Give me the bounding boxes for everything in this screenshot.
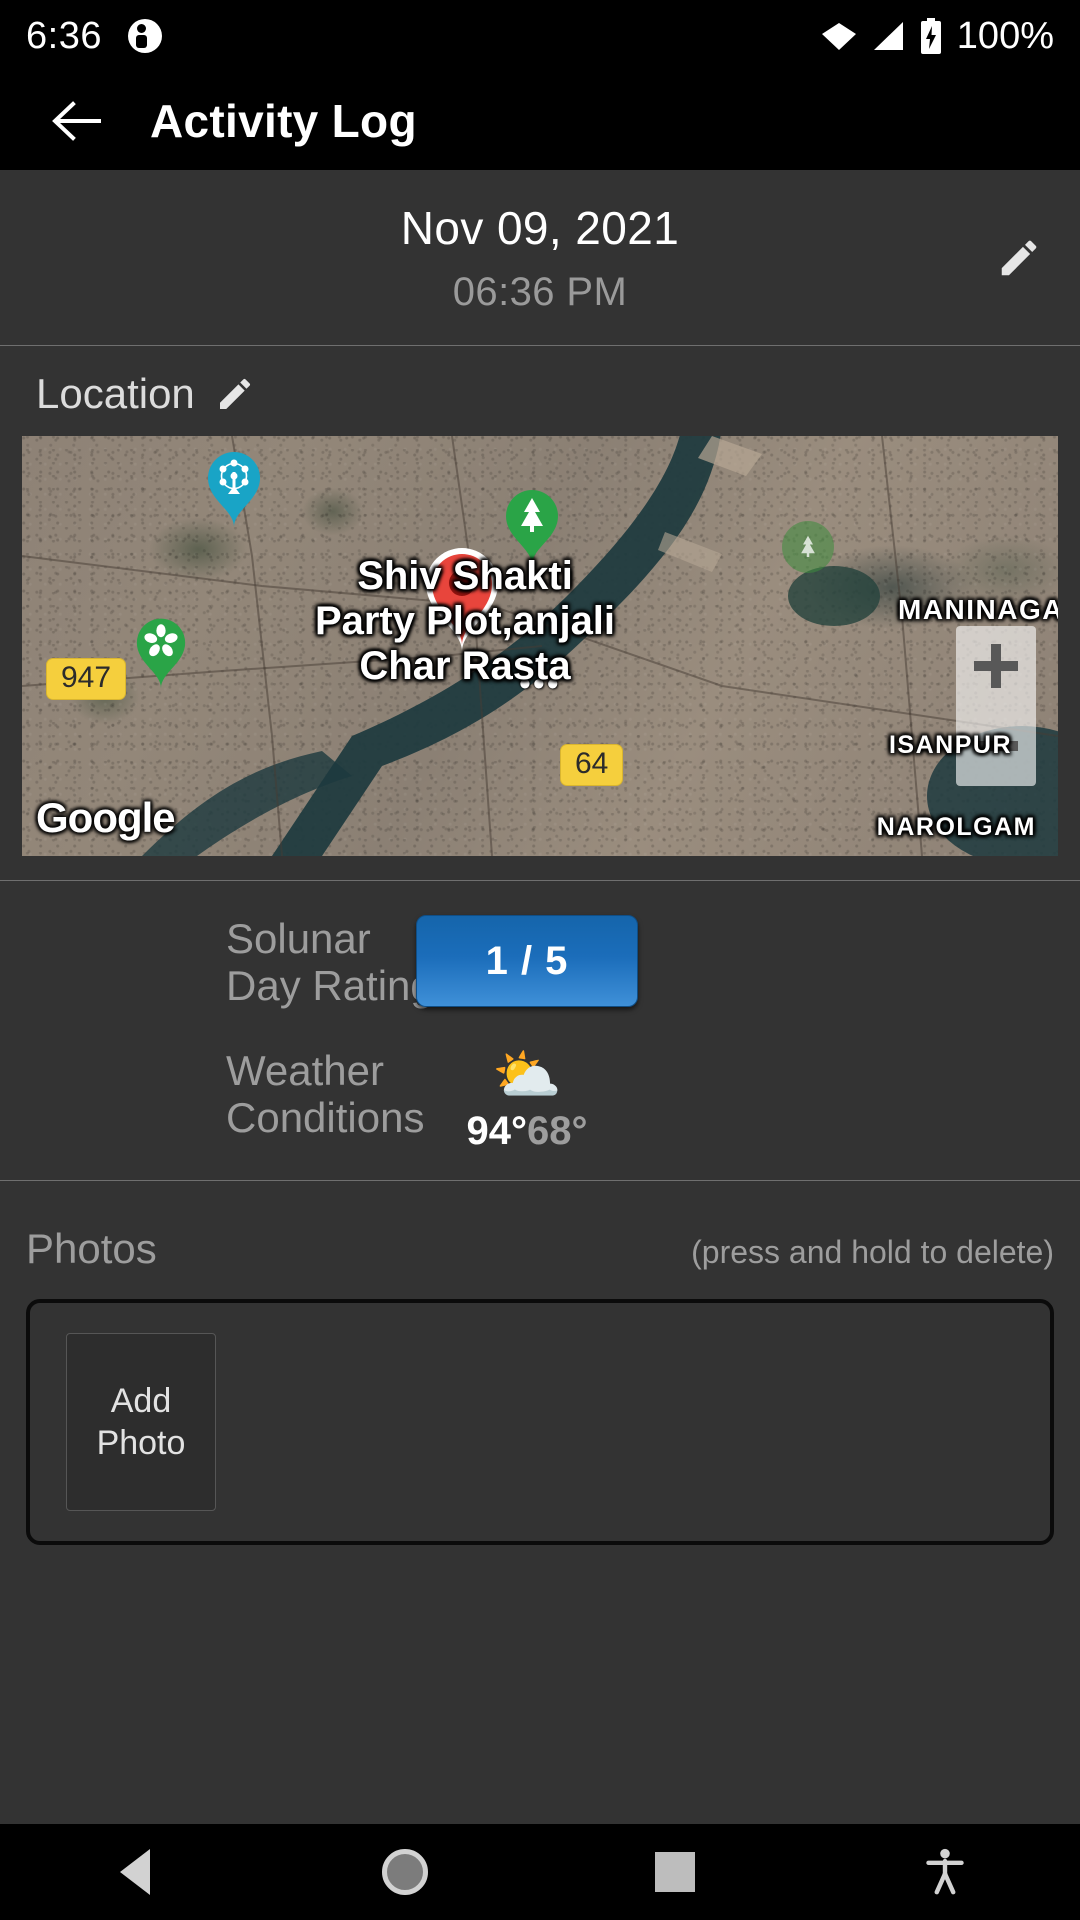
park-area-marker [782,521,834,574]
tree-icon [801,535,815,558]
solunar-rating-label-line1: Solunar [226,915,371,963]
selected-location-marker[interactable] [422,544,502,654]
solunar-rating-row: Solunar Day Rating 1 / 5 [0,915,1080,1009]
nav-recents-button[interactable] [540,1852,810,1892]
location-section: Location 947 64 MANINAGA ISANPUR NAROLGA… [0,346,1080,857]
photos-title: Photos [26,1225,157,1273]
map-zoom-in-button[interactable] [956,626,1036,706]
map-zoom-out-button[interactable] [956,706,1036,786]
location-map[interactable]: 947 64 MANINAGA ISANPUR NAROLGAM Shiv Sh… [22,436,1058,857]
photos-header: Photos (press and hold to delete) [26,1225,1054,1273]
nav-accessibility-button[interactable] [810,1848,1080,1896]
solunar-rating-value: 1 / 5 [416,915,1080,1008]
edit-location-button[interactable] [211,370,259,418]
edit-datetime-button[interactable] [984,223,1054,293]
temperature-low: 68° [527,1109,588,1154]
weather-conditions-value: ⛅ 94°68° [440,1047,1080,1154]
nav-home-button[interactable] [270,1849,540,1895]
temperature-high: 94° [466,1109,528,1154]
add-photo-label-line2: Photo [96,1424,186,1463]
status-bar-clock: 6:36 [26,14,102,57]
pencil-edit-icon [1001,240,1037,275]
accessibility-icon [926,1848,964,1895]
solunar-rating-label-line2: Day Rating [226,962,434,1010]
ferris-wheel-icon [208,452,260,528]
garden-flower-marker[interactable] [135,616,187,690]
tree-icon [506,490,558,566]
location-header: Location [0,370,1080,436]
weather-conditions-label-line2: Conditions [226,1094,425,1142]
log-time: 06:36 PM [452,270,628,315]
arrow-back-icon [52,101,101,141]
app-bar: Activity Log [0,72,1080,170]
flower-icon [136,618,186,689]
status-bar: 6:36 100% [0,0,1080,72]
status-bar-left: 6:36 [26,15,162,58]
nav-back-button[interactable] [0,1849,270,1895]
battery-percent-label: 100% [956,14,1054,57]
photos-gallery[interactable]: Add Photo [26,1299,1054,1546]
add-photo-label: Add Photo [97,1380,186,1465]
add-photo-button[interactable]: Add Photo [66,1333,216,1512]
google-logo: Google [36,794,176,842]
road-shield: 64 [560,744,624,787]
log-date: Nov 09, 2021 [400,202,680,254]
conditions-section: Solunar Day Rating 1 / 5 Weather Conditi… [0,880,1080,1182]
weather-conditions-row: Weather Conditions ⛅ 94°68° [0,1047,1080,1154]
amusement-park-marker[interactable] [206,450,262,528]
page-title: Activity Log [150,95,417,147]
wifi-icon [821,23,856,50]
sun-behind-cloud-icon: ⛅ [492,1043,562,1107]
map-pin-icon [426,548,498,653]
pencil-edit-icon [219,379,250,410]
photos-delete-hint: (press and hold to delete) [691,1234,1054,1271]
date-header[interactable]: Nov 09, 2021 06:36 PM [0,170,1080,347]
map-zoom-controls[interactable] [956,626,1036,787]
signal-icon [873,22,903,50]
road-shield: 947 [46,658,127,701]
park-tree-marker[interactable] [504,488,560,566]
status-bar-right: 100% [821,15,1054,58]
add-photo-label-line1: Add [110,1381,172,1420]
weather-summary[interactable]: ⛅ 94°68° [416,1047,638,1154]
system-navigation-bar [0,1824,1080,1920]
weather-conditions-label: Weather Conditions [0,1047,440,1141]
solunar-rating-button[interactable]: 1 / 5 [416,915,638,1008]
photos-section: Photos (press and hold to delete) Add Ph… [0,1181,1080,1546]
recents-square-icon [655,1852,695,1892]
home-circle-icon [382,1849,428,1895]
location-label: Location [36,370,195,418]
weather-conditions-label-line1: Weather [226,1047,384,1095]
back-triangle-icon [120,1849,150,1895]
map-ellipsis-label: ••• [519,665,561,704]
battery-charging-icon [920,18,941,54]
back-button[interactable] [40,83,116,159]
notification-icon [127,19,162,53]
solunar-rating-label: Solunar Day Rating [0,915,440,1009]
weather-temperatures: 94°68° [467,1109,588,1154]
